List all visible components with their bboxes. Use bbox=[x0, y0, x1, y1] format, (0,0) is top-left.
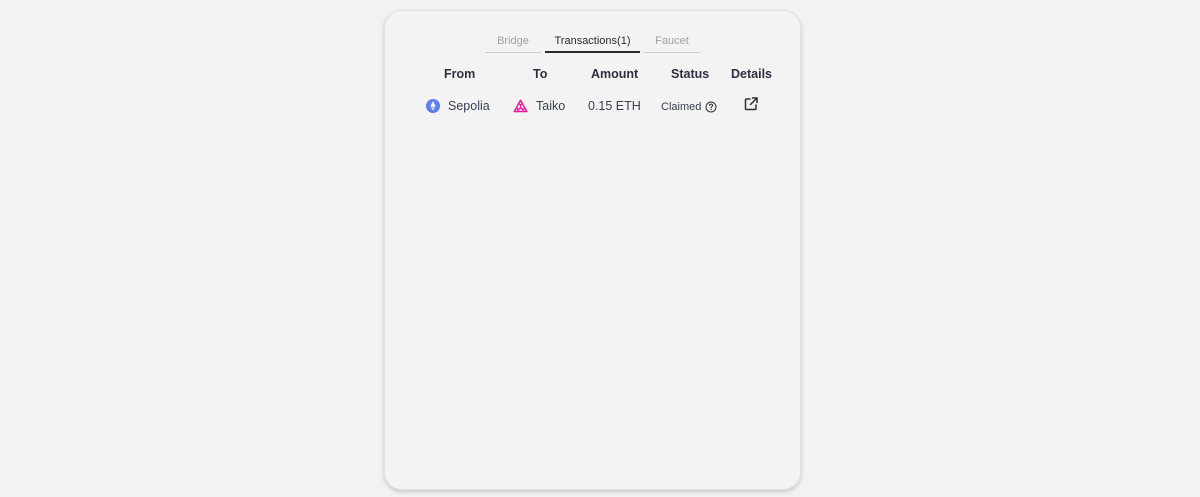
bridge-card: Bridge Transactions(1) Faucet From To Am… bbox=[384, 10, 801, 490]
external-link-icon[interactable] bbox=[743, 96, 759, 112]
question-circle-icon[interactable] bbox=[705, 101, 717, 113]
tab-faucet[interactable]: Faucet bbox=[644, 33, 700, 53]
to-cell: Taiko bbox=[513, 99, 565, 113]
from-cell: Sepolia bbox=[426, 99, 490, 113]
details-cell bbox=[743, 96, 759, 112]
header-to: To bbox=[533, 67, 548, 81]
tab-transactions[interactable]: Transactions(1) bbox=[545, 33, 640, 53]
ethereum-icon bbox=[426, 99, 440, 113]
header-details: Details bbox=[731, 67, 772, 81]
tab-bar: Bridge Transactions(1) Faucet bbox=[385, 33, 800, 53]
status-text: Claimed bbox=[661, 101, 702, 113]
to-chain-name: Taiko bbox=[536, 99, 566, 113]
from-chain-name: Sepolia bbox=[448, 99, 490, 113]
taiko-icon bbox=[513, 99, 528, 113]
header-status: Status bbox=[671, 67, 710, 81]
amount-cell: 0.15 ETH bbox=[588, 99, 641, 113]
status-cell: Claimed bbox=[661, 101, 717, 113]
header-amount: Amount bbox=[591, 67, 639, 81]
header-from: From bbox=[444, 67, 476, 81]
tab-bridge[interactable]: Bridge bbox=[485, 33, 541, 53]
